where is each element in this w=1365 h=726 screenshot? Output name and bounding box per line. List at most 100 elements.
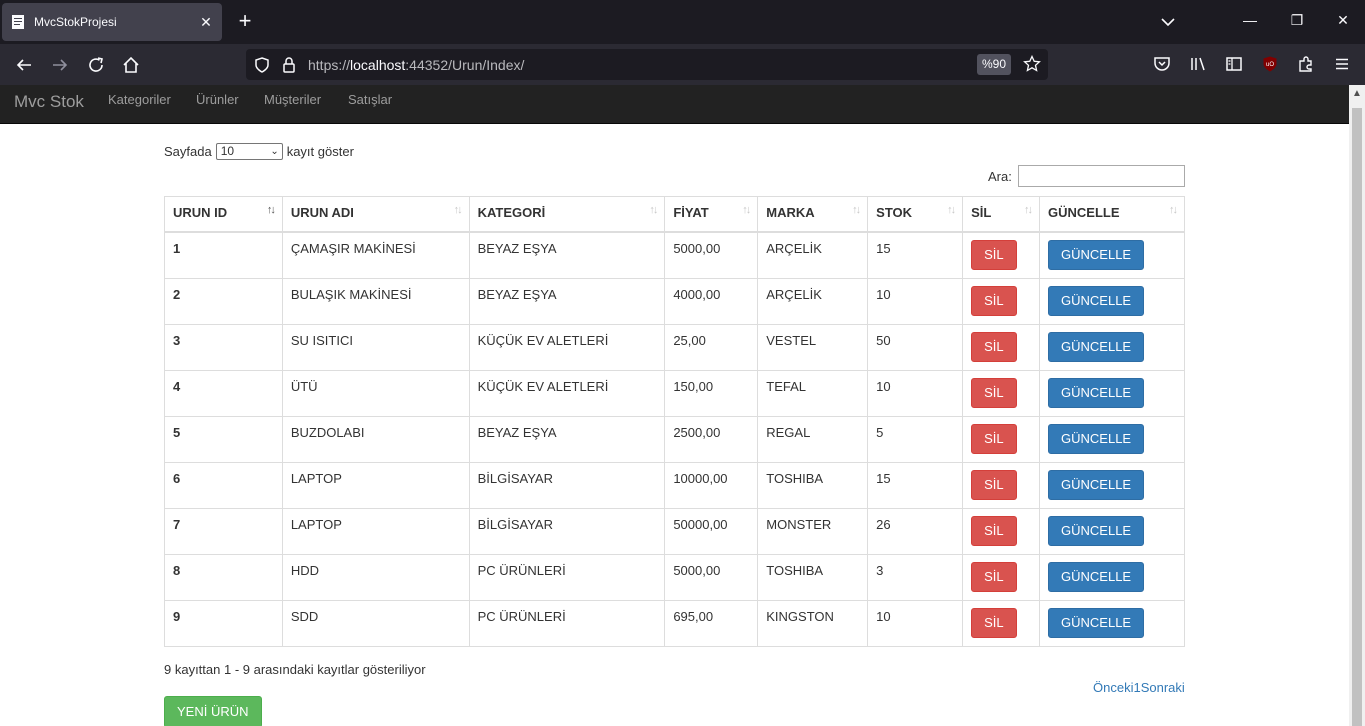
minimize-icon[interactable]: — (1240, 12, 1260, 32)
library-icon[interactable] (1187, 53, 1209, 75)
column-header-name[interactable]: URUN ADI ↑↓ (281, 196, 470, 233)
reload-icon[interactable] (84, 53, 108, 77)
update-button[interactable]: GÜNCELLE (1048, 331, 1145, 362)
cell-name: BUZDOLABI (281, 415, 470, 463)
cell-price: 5000,00 (664, 553, 759, 601)
close-tab-icon[interactable]: ✕ (198, 14, 214, 31)
prev-page-link[interactable]: Önceki (1093, 680, 1133, 695)
cell-delete: SİL (962, 277, 1041, 325)
cell-price: 50000,00 (664, 507, 759, 555)
bookmark-star-icon[interactable] (1021, 53, 1043, 75)
page-number-link[interactable]: 1 (1133, 680, 1140, 695)
search-label: Ara: (988, 168, 1012, 184)
column-header-delete[interactable]: SİL ↑↓ (962, 196, 1041, 233)
update-button[interactable]: GÜNCELLE (1048, 607, 1145, 638)
url-text[interactable]: https://localhost:44352/Urun/Index/ (308, 57, 524, 73)
cell-category: BİLGİSAYAR (468, 461, 666, 509)
cell-price: 695,00 (664, 599, 759, 647)
update-button[interactable]: GÜNCELLE (1048, 377, 1145, 408)
table-row: 5 BUZDOLABI BEYAZ EŞYA 2500,00 REGAL 5 SİL GÜNC… (164, 415, 1185, 463)
column-header-category[interactable]: KATEGORİ ↑↓ (468, 196, 666, 233)
update-button[interactable]: GÜNCELLE (1048, 423, 1145, 454)
cell-update: GÜNCELLE (1039, 553, 1185, 601)
column-header-brand[interactable]: MARKA ↑↓ (757, 196, 869, 233)
next-page-link[interactable]: Sonraki (1141, 680, 1185, 695)
table-info: 9 kayıttan 1 - 9 arasındaki kayıtlar gös… (164, 662, 426, 677)
search-input[interactable] (1017, 165, 1185, 187)
forward-icon[interactable] (48, 53, 72, 77)
cell-brand: MONSTER (757, 507, 869, 555)
column-header-id[interactable]: URUN ID ↑↓ (164, 196, 283, 233)
cell-brand: TOSHIBA (757, 553, 869, 601)
scrollbar-thumb[interactable] (1352, 108, 1362, 726)
page-length-control: Sayfada 10 ⌄ kayıt göster (164, 143, 354, 160)
close-window-icon[interactable]: ✕ (1333, 12, 1353, 32)
delete-button[interactable]: SİL (971, 515, 1017, 546)
delete-button[interactable]: SİL (971, 469, 1017, 500)
update-button[interactable]: GÜNCELLE (1048, 561, 1145, 592)
delete-button[interactable]: SİL (971, 285, 1017, 316)
url-host: localhost (350, 57, 406, 73)
cell-delete: SİL (962, 369, 1041, 417)
nav-link-kategoriler[interactable]: Kategoriler (108, 92, 171, 107)
sort-icon: ↑↓ (1169, 204, 1178, 216)
zoom-badge[interactable]: %90 (977, 54, 1011, 75)
chevron-down-icon[interactable] (1158, 12, 1178, 32)
url-path: :44352/Urun/Index/ (405, 57, 525, 73)
sidebar-icon[interactable] (1223, 53, 1245, 75)
sort-icon: ↑↓ (742, 204, 751, 216)
header-label: URUN ADI (290, 205, 354, 220)
nav-link-satislar[interactable]: Satışlar (348, 92, 392, 107)
cell-id: 7 (164, 507, 283, 555)
cell-id: 9 (164, 599, 283, 647)
table-row: 8 HDD PC ÜRÜNLERİ 5000,00 TOSHIBA 3 SİL GÜNCELL… (164, 553, 1185, 601)
nav-link-musteriler[interactable]: Müşteriler (264, 92, 321, 107)
delete-button[interactable]: SİL (971, 607, 1017, 638)
cell-brand: TEFAL (757, 369, 869, 417)
cell-update: GÜNCELLE (1039, 277, 1185, 325)
ublock-icon[interactable]: uO (1259, 53, 1281, 75)
update-button[interactable]: GÜNCELLE (1048, 239, 1145, 270)
cell-name: SU ISITICI (281, 323, 470, 371)
search-control: Ara: (988, 165, 1185, 187)
page-length-value: 10 (220, 144, 235, 158)
scroll-up-icon[interactable]: ▲ (1349, 85, 1365, 103)
cell-stock: 5 (867, 415, 964, 463)
length-suffix: kayıt göster (286, 144, 354, 159)
delete-button[interactable]: SİL (971, 331, 1017, 362)
browser-tab[interactable]: MvcStokProjesi ✕ (2, 3, 222, 41)
cell-brand: ARÇELİK (757, 231, 869, 279)
cell-stock: 10 (867, 599, 964, 647)
update-button[interactable]: GÜNCELLE (1048, 285, 1145, 316)
lock-icon[interactable] (277, 53, 301, 77)
shield-icon[interactable] (250, 53, 274, 77)
table-row: 2 BULAŞIK MAKİNESİ BEYAZ EŞYA 4000,00 ARÇELİ… (164, 277, 1185, 325)
delete-button[interactable]: SİL (971, 239, 1017, 270)
column-header-stock[interactable]: STOK ↑↓ (867, 196, 964, 233)
site-brand[interactable]: Mvc Stok (14, 92, 84, 112)
new-product-button[interactable]: YENİ ÜRÜN (164, 696, 262, 726)
back-icon[interactable] (12, 53, 36, 77)
sort-icon: ↑↓ (1024, 204, 1033, 216)
column-header-price[interactable]: FİYAT ↑↓ (664, 196, 759, 233)
delete-button[interactable]: SİL (971, 561, 1017, 592)
restore-icon[interactable]: ❐ (1287, 12, 1307, 32)
home-icon[interactable] (119, 53, 143, 77)
page-length-select[interactable]: 10 ⌄ (215, 143, 283, 160)
cell-price: 150,00 (664, 369, 759, 417)
cell-brand: REGAL (757, 415, 869, 463)
menu-icon[interactable] (1331, 53, 1353, 75)
extensions-icon[interactable] (1295, 53, 1317, 75)
delete-button[interactable]: SİL (971, 423, 1017, 454)
update-button[interactable]: GÜNCELLE (1048, 469, 1145, 500)
cell-brand: VESTEL (757, 323, 869, 371)
cell-name: LAPTOP (281, 507, 470, 555)
cell-name: LAPTOP (281, 461, 470, 509)
update-button[interactable]: GÜNCELLE (1048, 515, 1145, 546)
delete-button[interactable]: SİL (971, 377, 1017, 408)
column-header-update[interactable]: GÜNCELLE ↑↓ (1039, 196, 1185, 233)
new-tab-icon[interactable]: + (234, 10, 256, 32)
nav-link-urunler[interactable]: Ürünler (196, 92, 239, 107)
pocket-icon[interactable] (1151, 53, 1173, 75)
cell-category: PC ÜRÜNLERİ (468, 599, 666, 647)
